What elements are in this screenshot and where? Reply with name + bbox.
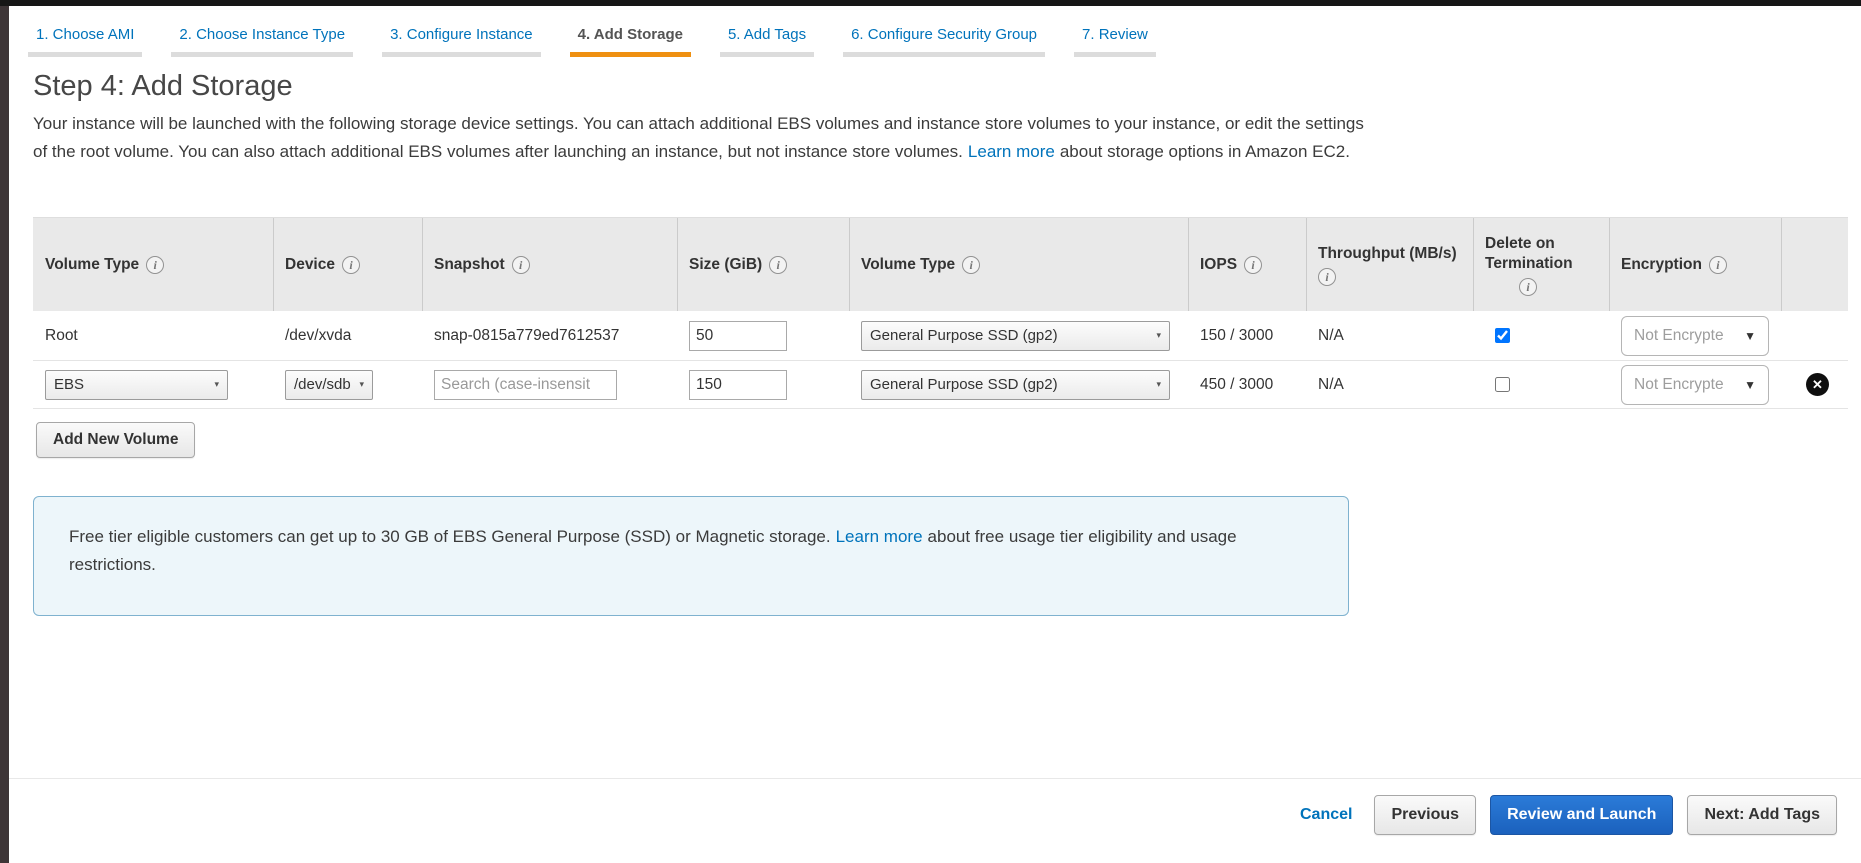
window-top-edge: [0, 0, 1861, 6]
info-icon[interactable]: i: [1519, 278, 1537, 296]
ebs-iops-value: 450 / 3000: [1188, 361, 1306, 408]
chevron-down-icon: ▾: [1156, 379, 1161, 390]
root-snapshot-value: snap-0815a779ed7612537: [422, 311, 677, 360]
tab-choose-ami[interactable]: 1. Choose AMI: [28, 20, 142, 57]
next-add-tags-button[interactable]: Next: Add Tags: [1687, 795, 1837, 835]
col-header-size: Size (GiB)i: [677, 218, 849, 311]
footer-divider: [9, 778, 1861, 779]
page-description: Your instance will be launched with the …: [33, 110, 1378, 165]
free-tier-notice: Free tier eligible customers can get up …: [33, 496, 1349, 616]
info-icon[interactable]: i: [146, 256, 164, 274]
wizard-steps-nav: 1. Choose AMI 2. Choose Instance Type 3.…: [28, 20, 1185, 57]
tab-review[interactable]: 7. Review: [1074, 20, 1156, 57]
tab-configure-security-group[interactable]: 6. Configure Security Group: [843, 20, 1045, 57]
col-header-delete-on-termination: Delete on Terminationi: [1473, 218, 1609, 311]
ebs-volume-type-gp2-select[interactable]: General Purpose SSD (gp2)▾: [861, 370, 1170, 400]
col-header-actions: [1781, 218, 1848, 311]
info-icon[interactable]: i: [769, 256, 787, 274]
cancel-link[interactable]: Cancel: [1300, 806, 1352, 824]
tab-choose-instance-type[interactable]: 2. Choose Instance Type: [171, 20, 353, 57]
ebs-device-select[interactable]: /dev/sdb▾: [285, 370, 373, 400]
col-header-volume-type: Volume Typei: [33, 218, 273, 311]
root-device-value: /dev/xvda: [273, 311, 422, 360]
storage-learn-more-link[interactable]: Learn more: [968, 142, 1055, 161]
info-icon[interactable]: i: [1244, 256, 1262, 274]
window-left-edge: [0, 0, 9, 863]
remove-volume-icon[interactable]: ✕: [1806, 373, 1829, 396]
ebs-delete-on-termination-checkbox[interactable]: [1495, 377, 1510, 392]
table-row-root-volume: Root /dev/xvda snap-0815a779ed7612537 Ge…: [33, 311, 1848, 360]
col-header-volume-type-2: Volume Typei: [849, 218, 1188, 311]
root-encryption-select[interactable]: Not Encrypte▼: [1621, 316, 1769, 356]
tab-add-tags[interactable]: 5. Add Tags: [720, 20, 814, 57]
info-icon[interactable]: i: [512, 256, 530, 274]
intro-text-after: about storage options in Amazon EC2.: [1060, 142, 1350, 161]
add-new-volume-button[interactable]: Add New Volume: [36, 422, 195, 458]
tab-add-storage[interactable]: 4. Add Storage: [570, 20, 691, 57]
chevron-down-icon: ▼: [1744, 378, 1756, 392]
col-header-iops: IOPSi: [1188, 218, 1306, 311]
page-title: Step 4: Add Storage: [33, 68, 293, 104]
notice-text: Free tier eligible customers can get up …: [69, 527, 831, 546]
col-header-device: Devicei: [273, 218, 422, 311]
ebs-size-input[interactable]: [689, 370, 787, 400]
root-delete-on-termination-checkbox[interactable]: [1495, 328, 1510, 343]
chevron-down-icon: ▾: [214, 379, 219, 390]
info-icon[interactable]: i: [1318, 268, 1336, 286]
add-storage-page: 1. Choose AMI 2. Choose Instance Type 3.…: [0, 0, 1861, 863]
free-tier-learn-more-link[interactable]: Learn more: [836, 527, 923, 546]
previous-button[interactable]: Previous: [1374, 795, 1476, 835]
info-icon[interactable]: i: [342, 256, 360, 274]
root-volume-type-label: Root: [33, 311, 273, 360]
ebs-snapshot-search-input[interactable]: [434, 370, 617, 400]
ebs-volume-type-select[interactable]: EBS▾: [45, 370, 228, 400]
ebs-encryption-select[interactable]: Not Encrypte▼: [1621, 365, 1769, 405]
storage-volumes-table: Volume Typei Devicei Snapshoti Size (GiB…: [33, 217, 1848, 409]
root-size-input[interactable]: [689, 321, 787, 351]
table-row-ebs-volume: EBS▾ /dev/sdb▾ General Purpose SSD (gp2)…: [33, 360, 1848, 409]
tab-configure-instance[interactable]: 3. Configure Instance: [382, 20, 541, 57]
table-header-row: Volume Typei Devicei Snapshoti Size (GiB…: [33, 217, 1848, 311]
root-iops-value: 150 / 3000: [1188, 311, 1306, 360]
root-volume-type-select[interactable]: General Purpose SSD (gp2)▾: [861, 321, 1170, 351]
col-header-encryption: Encryptioni: [1609, 218, 1781, 311]
chevron-down-icon: ▾: [359, 379, 364, 390]
footer-actions: Cancel Previous Review and Launch Next: …: [1300, 795, 1837, 835]
root-throughput-value: N/A: [1306, 311, 1473, 360]
col-header-throughput: Throughput (MB/s)i: [1306, 218, 1473, 311]
col-header-snapshot: Snapshoti: [422, 218, 677, 311]
ebs-throughput-value: N/A: [1306, 361, 1473, 408]
info-icon[interactable]: i: [962, 256, 980, 274]
chevron-down-icon: ▾: [1156, 330, 1161, 341]
review-and-launch-button[interactable]: Review and Launch: [1490, 795, 1673, 835]
chevron-down-icon: ▼: [1744, 329, 1756, 343]
info-icon[interactable]: i: [1709, 256, 1727, 274]
